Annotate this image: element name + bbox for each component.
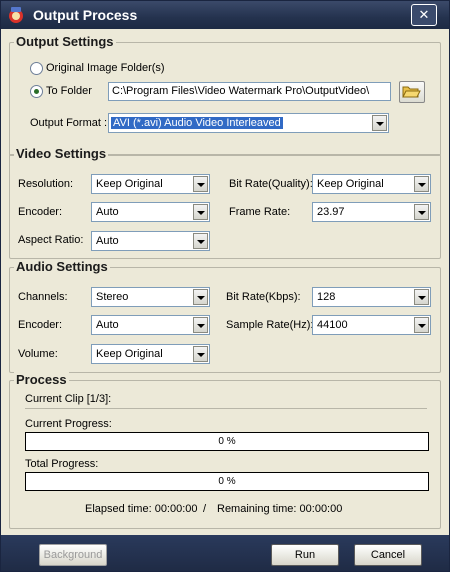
video-encoder-value: Auto — [96, 206, 119, 218]
aspect-ratio-select[interactable]: Auto — [91, 231, 210, 251]
folder-path-input[interactable]: C:\Program Files\Video Watermark Pro\Out… — [108, 82, 391, 101]
time-divider: / — [203, 503, 207, 515]
process-group: Process Current Clip [1/3]: Current Prog… — [9, 372, 441, 529]
video-bitrate-value: Keep Original — [317, 178, 384, 190]
app-icon — [9, 7, 23, 23]
volume-select[interactable]: Keep Original — [91, 344, 210, 364]
channels-select[interactable]: Stereo — [91, 287, 210, 307]
chevron-down-icon[interactable] — [193, 176, 208, 192]
output-format-select[interactable]: AVI (*.avi) Audio Video Interleaved — [108, 113, 389, 133]
frame-rate-select[interactable]: 23.97 — [312, 202, 431, 222]
run-button[interactable]: Run — [271, 544, 339, 566]
cancel-button[interactable]: Cancel — [354, 544, 422, 566]
audio-settings-group: Audio Settings Channels: Stereo Bit Rate… — [9, 259, 441, 373]
current-progress-label: Current Progress: — [25, 418, 112, 430]
original-folder-radio[interactable] — [30, 62, 43, 75]
video-settings-group: Video Settings Resolution: Keep Original… — [9, 146, 441, 259]
to-folder-label[interactable]: To Folder — [46, 85, 92, 97]
audio-encoder-value: Auto — [96, 319, 119, 331]
frame-rate-value: 23.97 — [317, 206, 345, 218]
frame-rate-label: Frame Rate: — [229, 206, 291, 218]
open-folder-icon — [402, 86, 421, 98]
video-encoder-select[interactable]: Auto — [91, 202, 210, 222]
channels-value: Stereo — [96, 291, 129, 303]
video-bitrate-select[interactable]: Keep Original — [312, 174, 431, 194]
output-format-value: AVI (*.avi) Audio Video Interleaved — [111, 117, 283, 129]
process-title: Process — [14, 372, 69, 387]
process-divider — [25, 408, 427, 409]
volume-label: Volume: — [18, 348, 58, 360]
chevron-down-icon[interactable] — [414, 317, 429, 333]
channels-label: Channels: — [18, 291, 68, 303]
total-progress-label: Total Progress: — [25, 458, 99, 470]
output-format-label: Output Format : — [30, 117, 108, 129]
dialog-body: Output Settings Original Image Folder(s)… — [4, 29, 443, 535]
audio-bitrate-value: 128 — [317, 291, 336, 303]
resolution-label: Resolution: — [18, 178, 74, 190]
aspect-ratio-label: Aspect Ratio: — [18, 234, 84, 246]
chevron-down-icon[interactable] — [414, 176, 429, 192]
video-settings-title: Video Settings — [14, 146, 109, 161]
output-settings-group: Output Settings Original Image Folder(s)… — [9, 34, 441, 156]
chevron-down-icon[interactable] — [372, 115, 387, 131]
chevron-down-icon[interactable] — [414, 204, 429, 220]
button-bar: Background Run Cancel — [1, 535, 449, 571]
total-progress-bar: 0 % — [25, 472, 429, 491]
volume-value: Keep Original — [96, 348, 163, 360]
sample-rate-value: 44100 — [317, 319, 348, 331]
output-settings-title: Output Settings — [14, 34, 116, 49]
audio-encoder-select[interactable]: Auto — [91, 315, 210, 335]
sample-rate-label: Sample Rate(Hz): — [226, 319, 314, 331]
window-title: Output Process — [33, 7, 138, 23]
current-progress-bar: 0 % — [25, 432, 429, 451]
aspect-ratio-value: Auto — [96, 235, 119, 247]
sample-rate-select[interactable]: 44100 — [312, 315, 431, 335]
background-button[interactable]: Background — [39, 544, 107, 566]
resolution-select[interactable]: Keep Original — [91, 174, 210, 194]
current-clip-label: Current Clip [1/3]: — [25, 393, 112, 405]
title-bar[interactable]: Output Process ✕ — [1, 1, 449, 29]
original-folder-label[interactable]: Original Image Folder(s) — [46, 62, 165, 74]
resolution-value: Keep Original — [96, 178, 163, 190]
audio-settings-title: Audio Settings — [14, 259, 110, 274]
chevron-down-icon[interactable] — [193, 289, 208, 305]
chevron-down-icon[interactable] — [414, 289, 429, 305]
video-encoder-label: Encoder: — [18, 206, 63, 218]
chevron-down-icon[interactable] — [193, 317, 208, 333]
remaining-time: Remaining time: 00:00:00 — [217, 503, 343, 515]
audio-encoder-label: Encoder: — [18, 319, 63, 331]
audio-bitrate-label: Bit Rate(Kbps): — [226, 291, 301, 303]
elapsed-time: Elapsed time: 00:00:00 — [85, 503, 198, 515]
chevron-down-icon[interactable] — [193, 233, 208, 249]
video-bitrate-label: Bit Rate(Quality): — [229, 178, 313, 190]
close-button[interactable]: ✕ — [411, 4, 437, 26]
chevron-down-icon[interactable] — [193, 346, 208, 362]
chevron-down-icon[interactable] — [193, 204, 208, 220]
browse-folder-button[interactable] — [399, 81, 425, 103]
audio-bitrate-select[interactable]: 128 — [312, 287, 431, 307]
to-folder-radio[interactable] — [30, 85, 43, 98]
output-process-window: Output Process ✕ Output Settings Origina… — [0, 0, 450, 572]
